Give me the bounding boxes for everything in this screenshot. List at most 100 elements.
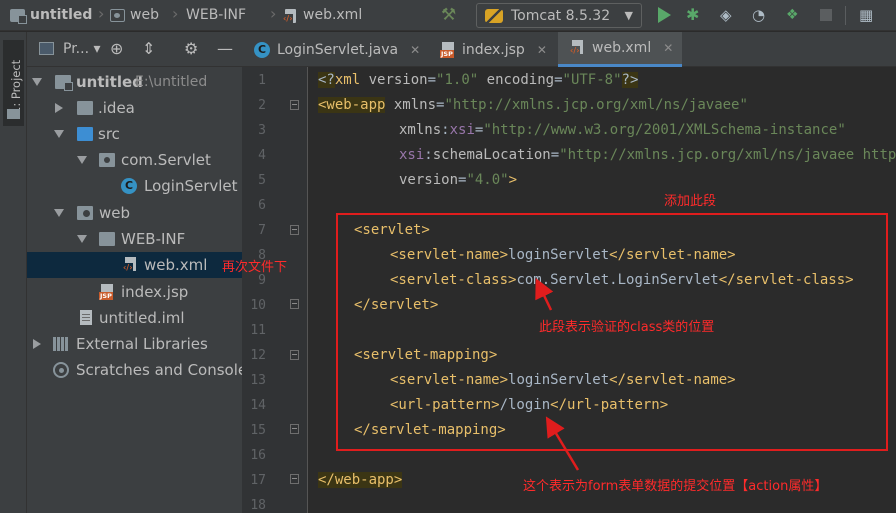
gear-icon[interactable]: ⚙	[184, 40, 198, 58]
debug-icon[interactable]: ✱	[686, 6, 704, 24]
tree-item-index-jsp[interactable]: index.jsp	[27, 279, 242, 305]
locate-icon[interactable]: ⊕	[110, 40, 123, 58]
stop-icon[interactable]	[820, 9, 832, 21]
line-number: 15	[250, 423, 266, 438]
tool-window-strip: 1: Project	[0, 32, 27, 513]
code-line: </web-app>	[318, 472, 403, 488]
tree-item-web-inf[interactable]: WEB-INF	[27, 226, 242, 252]
fold-marker-icon[interactable]	[290, 225, 299, 235]
run-icon[interactable]	[658, 7, 671, 23]
line-number-gutter: 1 2 3 4 5 6 7 8 9 10 11 12 13 14 15 16 1…	[242, 67, 308, 513]
tree-item-web[interactable]: web	[27, 200, 242, 226]
line-number: 12	[250, 348, 266, 363]
expand-arrow-icon[interactable]	[77, 156, 87, 164]
hammer-icon[interactable]: ⚒	[441, 6, 459, 24]
line-number: 10	[250, 298, 266, 313]
breadcrumb-separator: ›	[98, 4, 105, 23]
tree-item-web-xml[interactable]: web.xml	[27, 252, 242, 278]
line-number: 14	[250, 398, 266, 413]
hide-icon[interactable]: —	[217, 40, 233, 58]
attach-debugger-icon[interactable]: ❖	[786, 6, 804, 24]
jsp-file-icon	[99, 284, 114, 300]
code-line: xsi:schemaLocation="http://xmlns.jcp.org…	[399, 147, 896, 163]
close-icon[interactable]: ✕	[410, 43, 420, 57]
fold-marker-icon[interactable]	[290, 350, 299, 360]
close-icon[interactable]: ✕	[663, 41, 673, 55]
expand-arrow-icon[interactable]	[54, 209, 64, 217]
fold-marker-icon[interactable]	[290, 424, 299, 434]
class-icon: C	[121, 178, 137, 194]
fold-marker-icon[interactable]	[290, 299, 299, 309]
collapse-all-icon[interactable]: ⇕	[142, 40, 155, 58]
code-line: xmlns:xsi="http://www.w3.org/2001/XMLSch…	[399, 122, 846, 138]
scratches-icon	[53, 362, 69, 378]
web-folder-icon	[77, 206, 93, 220]
xml-file-icon	[283, 8, 298, 23]
line-number: 3	[258, 123, 266, 138]
expand-arrow-icon[interactable]	[77, 235, 87, 243]
tree-item-src[interactable]: src	[27, 121, 242, 147]
web-folder-icon	[110, 8, 125, 22]
tree-item-idea[interactable]: .idea	[27, 95, 242, 121]
tree-item-untitled-iml[interactable]: untitled.iml	[27, 305, 242, 331]
tree-item-untitled[interactable]: untitled E:\untitled	[27, 69, 242, 95]
xml-file-icon	[570, 40, 585, 56]
expand-arrow-icon[interactable]	[32, 78, 42, 86]
breadcrumb-separator: ›	[172, 4, 179, 23]
expand-arrow-icon[interactable]	[54, 130, 64, 138]
line-number: 6	[258, 198, 266, 213]
fold-marker-icon[interactable]	[290, 100, 299, 110]
jsp-file-icon	[440, 41, 455, 58]
tree-item-external-libraries[interactable]: External Libraries	[27, 331, 242, 357]
tab-index-jsp[interactable]: index.jsp ✕	[428, 32, 558, 67]
iml-file-icon	[79, 310, 93, 326]
collapse-arrow-icon[interactable]	[33, 339, 41, 349]
project-panel-header: Pr... ▾ ⊕ ⇕ ⚙ —	[27, 32, 242, 67]
annotation-action-note: 这个表示为form表单数据的提交位置【action属性】	[523, 479, 828, 494]
folder-icon	[77, 101, 93, 115]
toolbar-divider	[845, 6, 846, 25]
breadcrumb-item-web-inf[interactable]: WEB-INF	[186, 6, 246, 24]
line-number: 1	[258, 73, 266, 88]
line-number: 17	[250, 473, 266, 488]
class-icon: C	[254, 41, 270, 58]
line-number: 13	[250, 373, 266, 388]
line-number: 18	[250, 498, 266, 513]
line-number: 16	[250, 448, 266, 463]
project-view-icon	[39, 42, 54, 55]
project-view-select[interactable]: Pr... ▾	[63, 41, 101, 57]
annotation-add-section: 添加此段	[664, 194, 717, 209]
package-icon	[99, 153, 115, 167]
collapse-arrow-icon[interactable]	[55, 103, 63, 113]
code-line: <?xml version="1.0" encoding="UTF-8"?>	[318, 72, 639, 88]
xml-file-icon	[123, 257, 138, 273]
navigation-bar: untitled › web › WEB-INF › web.xml ⚒ Tom…	[0, 0, 896, 31]
code-line: version="4.0">	[399, 172, 518, 188]
breadcrumb-item-untitled[interactable]: untitled	[10, 6, 92, 24]
line-number: 4	[258, 148, 266, 163]
module-folder-icon	[10, 8, 27, 24]
tab-web-xml[interactable]: web.xml ✕	[558, 32, 682, 67]
fold-marker-icon[interactable]	[290, 474, 299, 484]
project-icon	[7, 109, 20, 119]
close-icon[interactable]: ✕	[537, 43, 547, 57]
breadcrumb-item-web-xml[interactable]: web.xml	[283, 6, 362, 24]
project-structure-icon[interactable]: ▦	[859, 6, 877, 24]
tomcat-icon	[485, 8, 503, 23]
line-number: 11	[250, 323, 266, 338]
module-folder-icon	[55, 75, 73, 91]
line-number: 2	[258, 98, 266, 113]
editor-tabs: C LoginServlet.java ✕ index.jsp ✕ web.xm…	[242, 32, 896, 67]
profile-icon[interactable]: ◔	[752, 6, 770, 24]
coverage-icon[interactable]: ◈	[720, 6, 738, 24]
line-number: 5	[258, 173, 266, 188]
run-configuration-select[interactable]: Tomcat 8.5.32 ▼	[476, 3, 642, 28]
tab-loginservlet-java[interactable]: C LoginServlet.java ✕	[242, 32, 428, 67]
tree-item-scratches[interactable]: Scratches and Consoles	[27, 357, 242, 383]
project-panel: Pr... ▾ ⊕ ⇕ ⚙ — untitled E:\untitled .id…	[27, 32, 242, 513]
tree-item-com-servlet[interactable]: com.Servlet	[27, 147, 242, 173]
folder-icon	[99, 232, 115, 246]
breadcrumb-item-web[interactable]: web	[110, 6, 159, 24]
code-line: <web-app xmlns="http://xmlns.jcp.org/xml…	[318, 97, 748, 113]
tree-item-loginservlet[interactable]: C LoginServlet	[27, 173, 242, 199]
